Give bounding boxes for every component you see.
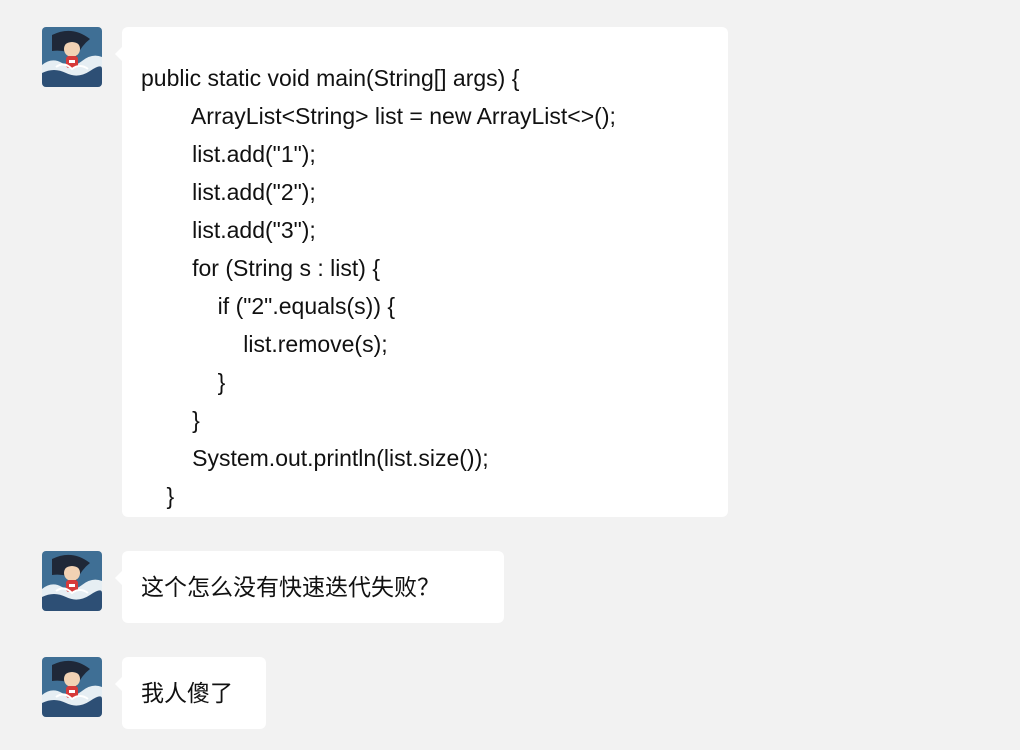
code-line: list.add("1");: [141, 141, 316, 167]
code-line: System.out.println(list.size());: [141, 445, 489, 471]
message-text: 这个怎么没有快速迭代失败？: [141, 574, 440, 600]
chat-message: 我人傻了: [42, 657, 272, 729]
avatar-image: [42, 657, 102, 717]
avatar-image: [42, 551, 102, 611]
code-message-bubble[interactable]: public static void main(String[] args) {…: [115, 27, 728, 517]
chat-message: 这个怎么没有快速迭代失败？: [42, 551, 512, 623]
avatar[interactable]: [42, 27, 102, 87]
text-message-bubble[interactable]: 我人傻了: [115, 657, 266, 729]
code-line: public static void main(String[] args) {: [141, 65, 520, 91]
code-line: }: [141, 407, 200, 433]
code-line: list.add("3");: [141, 217, 316, 243]
code-line: list.add("2");: [141, 179, 316, 205]
chat-message: public static void main(String[] args) {…: [42, 27, 732, 517]
avatar[interactable]: [42, 657, 102, 717]
avatar[interactable]: [42, 551, 102, 611]
code-line: }: [141, 369, 226, 395]
code-line: }: [141, 483, 175, 509]
code-line: ArrayList<String> list = new ArrayList<>…: [141, 103, 616, 129]
code-line: for (String s : list) {: [141, 255, 380, 281]
code-line: list.remove(s);: [141, 331, 388, 357]
message-text: 我人傻了: [141, 680, 233, 706]
text-message-bubble[interactable]: 这个怎么没有快速迭代失败？: [115, 551, 504, 623]
avatar-image: [42, 27, 102, 87]
code-line: if ("2".equals(s)) {: [141, 293, 396, 319]
